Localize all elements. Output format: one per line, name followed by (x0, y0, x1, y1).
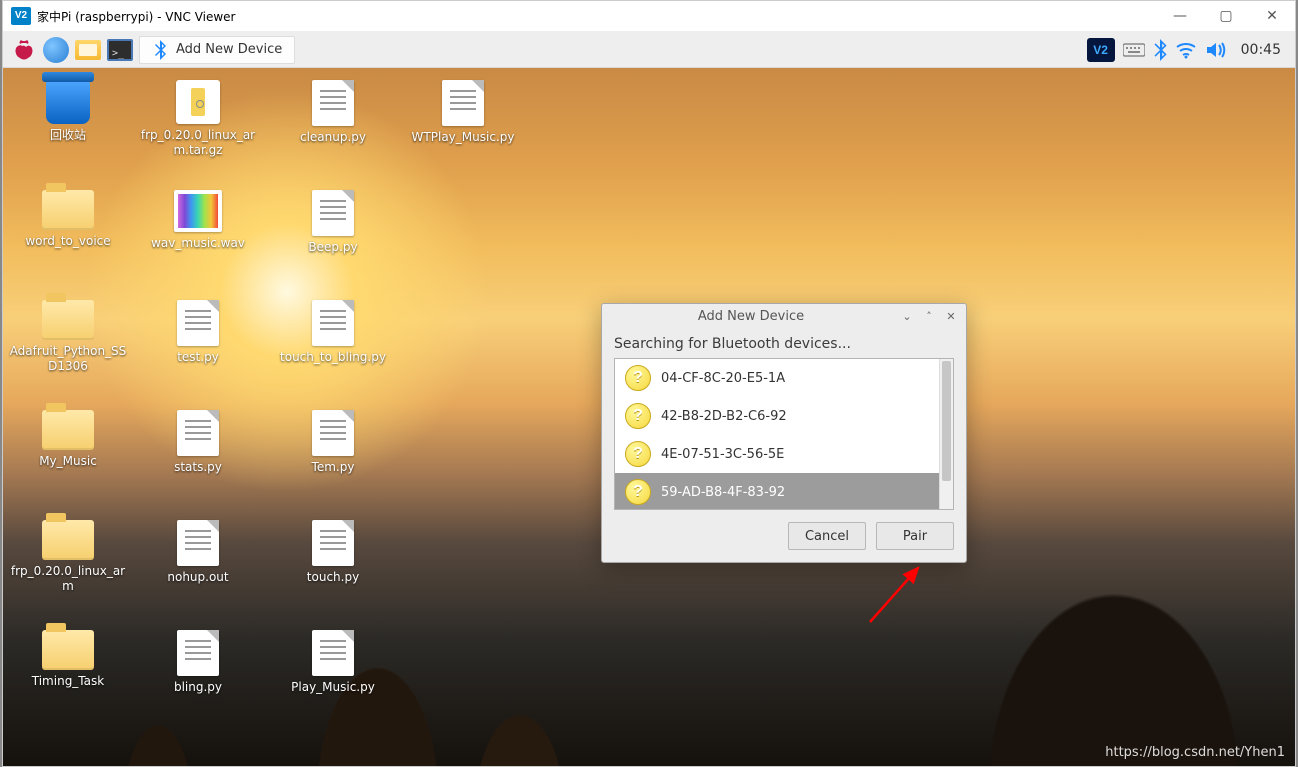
list-scrollbar[interactable] (939, 359, 953, 509)
desktop-icon-label: WTPlay_Music.py (408, 130, 519, 145)
add-new-device-dialog[interactable]: Add New Device ⌄ ˄ ✕ Searching for Bluet… (601, 303, 967, 563)
dialog-close-button[interactable]: ✕ (942, 308, 960, 324)
device-mac: 4E-07-51-3C-56-5E (661, 447, 784, 462)
tray-wifi-icon[interactable] (1175, 41, 1197, 59)
desktop-icon-label: My_Music (35, 454, 101, 469)
web-browser-icon[interactable] (43, 37, 69, 63)
dialog-minimize-button[interactable]: ⌄ (898, 308, 916, 324)
desktop-icon-label: test.py (173, 350, 223, 365)
desktop-icon-mymusic[interactable]: My_Music (3, 410, 133, 469)
watermark-text: https://blog.csdn.net/Yhen1 (1105, 745, 1285, 760)
desktop-icon-tem[interactable]: Tem.py (268, 410, 398, 475)
desktop-icon-label: frp_0.20.0_linux_arm (3, 564, 133, 594)
unknown-device-icon: ? (625, 441, 651, 467)
desktop-icon-beep[interactable]: Beep.py (268, 190, 398, 255)
device-mac: 42-B8-2D-B2-C6-92 (661, 409, 787, 424)
pair-button[interactable]: Pair (876, 522, 954, 550)
tray-clock[interactable]: 00:45 (1235, 42, 1287, 58)
desktop-icon-label: Tem.py (308, 460, 359, 475)
vnc-titlebar[interactable]: V2 家中Pi (raspberrypi) - VNC Viewer — ▢ ✕ (3, 1, 1295, 32)
device-row[interactable]: ? 4E-07-51-3C-56-5E (615, 435, 953, 473)
unknown-device-icon: ? (625, 403, 651, 429)
desktop-icon-frpdir[interactable]: frp_0.20.0_linux_arm (3, 520, 133, 594)
desktop-icon-label: touch_to_bling.py (276, 350, 390, 365)
desktop-icon-playmusic[interactable]: Play_Music.py (268, 630, 398, 695)
raspberry-menu-icon[interactable] (11, 37, 37, 63)
tray-keyboard-icon[interactable] (1123, 42, 1145, 58)
dialog-status-message: Searching for Bluetooth devices... (614, 336, 954, 352)
desktop-icon-label: word_to_voice (21, 234, 114, 249)
tray-vnc-server-icon[interactable]: V2 (1087, 38, 1115, 62)
vnc-minimize-button[interactable]: — (1157, 1, 1203, 32)
desktop-icon-touchbling[interactable]: touch_to_bling.py (268, 300, 398, 365)
unknown-device-icon: ? (625, 365, 651, 391)
desktop-icon-wavimg[interactable]: wav_music.wav (133, 190, 263, 251)
tray-bluetooth-icon[interactable] (1153, 39, 1167, 61)
scrollbar-thumb[interactable] (942, 361, 951, 481)
cancel-button[interactable]: Cancel (788, 522, 866, 550)
desktop-icon-nohup[interactable]: nohup.out (133, 520, 263, 585)
raspberrypi-desktop: Add New Device V2 00:45 (3, 32, 1295, 766)
desktop-icon-label: 回收站 (46, 128, 90, 143)
taskbar-app-add-new-device[interactable]: Add New Device (139, 36, 295, 64)
desktop-icon-label: wav_music.wav (147, 236, 249, 251)
desktop-icon-label: frp_0.20.0_linux_arm.tar.gz (133, 128, 263, 158)
desktop-icon-stats[interactable]: stats.py (133, 410, 263, 475)
desktop-icon-label: Timing_Task (28, 674, 108, 689)
terminal-icon[interactable] (107, 37, 133, 63)
vnc-logo-icon: V2 (11, 7, 31, 25)
device-row[interactable]: ? 04-CF-8C-20-E5-1A (615, 359, 953, 397)
desktop-icon-label: Adafruit_Python_SSD1306 (3, 344, 133, 374)
desktop-icon-label: bling.py (170, 680, 226, 695)
device-row[interactable]: ? 42-B8-2D-B2-C6-92 (615, 397, 953, 435)
desktop-icon-timing[interactable]: Timing_Task (3, 630, 133, 689)
desktop-icon-touch[interactable]: touch.py (268, 520, 398, 585)
vnc-window-title: 家中Pi (raspberrypi) - VNC Viewer (37, 8, 235, 25)
file-manager-icon[interactable] (75, 37, 101, 63)
desktop-icon-word2voice[interactable]: word_to_voice (3, 190, 133, 249)
vnc-close-button[interactable]: ✕ (1249, 1, 1295, 32)
desktop-icon-label: touch.py (303, 570, 363, 585)
device-mac: 59-AD-B8-4F-83-92 (661, 485, 785, 500)
desktop-icon-trash[interactable]: 回收站 (3, 80, 133, 143)
device-row[interactable]: ? 59-AD-B8-4F-83-92 (615, 473, 953, 510)
desktop-icon-label: cleanup.py (296, 130, 370, 145)
desktop-icon-test[interactable]: test.py (133, 300, 263, 365)
desktop-icon-label: Beep.py (304, 240, 361, 255)
desktop-icon-wtplay[interactable]: WTPlay_Music.py (398, 80, 528, 145)
unknown-device-icon: ? (625, 479, 651, 505)
desktop-icon-adafruit[interactable]: Adafruit_Python_SSD1306 (3, 300, 133, 374)
desktop-area[interactable]: 回收站 frp_0.20.0_linux_arm.tar.gz cleanup.py… (3, 68, 1295, 766)
desktop-icon-frp-tar[interactable]: frp_0.20.0_linux_arm.tar.gz (133, 80, 263, 158)
lxpanel-taskbar[interactable]: Add New Device V2 00:45 (3, 32, 1295, 68)
desktop-icon-cleanup[interactable]: cleanup.py (268, 80, 398, 145)
vnc-viewer-window: V2 家中Pi (raspberrypi) - VNC Viewer — ▢ ✕… (2, 0, 1296, 767)
bluetooth-device-list[interactable]: ? 04-CF-8C-20-E5-1A? 42-B8-2D-B2-C6-92? 4E-… (614, 358, 954, 510)
dialog-maximize-button[interactable]: ˄ (920, 308, 938, 324)
tray-volume-icon[interactable] (1205, 41, 1227, 59)
taskbar-app-label: Add New Device (176, 42, 282, 57)
desktop-icon-label: nohup.out (163, 570, 232, 585)
dialog-title: Add New Device (608, 309, 894, 324)
desktop-icon-bling[interactable]: bling.py (133, 630, 263, 695)
device-mac: 04-CF-8C-20-E5-1A (661, 371, 785, 386)
desktop-icon-label: Play_Music.py (287, 680, 379, 695)
vnc-maximize-button[interactable]: ▢ (1203, 1, 1249, 32)
dialog-titlebar[interactable]: Add New Device ⌄ ˄ ✕ (602, 304, 966, 328)
desktop-icon-label: stats.py (170, 460, 226, 475)
